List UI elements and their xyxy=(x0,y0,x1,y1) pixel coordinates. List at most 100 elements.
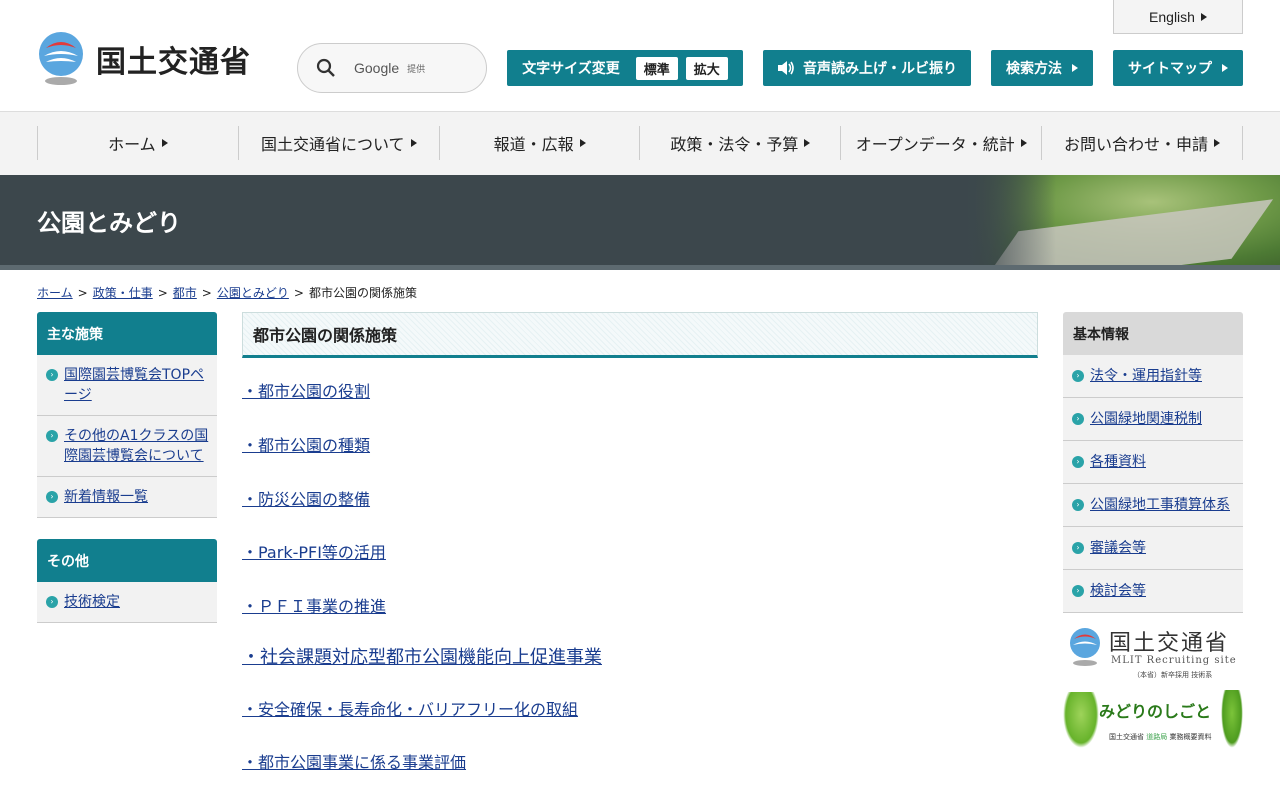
sidebar-heading: 基本情報 xyxy=(1063,312,1243,355)
search-icon[interactable] xyxy=(298,43,354,93)
sidebar-link[interactable]: 審議会等 xyxy=(1090,540,1146,556)
tree-icon xyxy=(1063,692,1099,748)
link-park-types[interactable]: ・都市公園の種類 xyxy=(242,432,370,456)
left-sidebar-others: その他 › 技術検定 xyxy=(37,539,217,623)
link-social-issues-project[interactable]: ・社会課題対応型都市公園機能向上促進事業 xyxy=(242,643,602,669)
search-method-label: 検索方法 xyxy=(1006,61,1062,77)
sidebar-link[interactable]: 技術検定 xyxy=(64,594,120,610)
breadcrumb-home[interactable]: ホーム xyxy=(37,286,73,300)
arrow-right-icon xyxy=(804,139,811,147)
chevron-circle-icon: › xyxy=(1072,370,1084,382)
chevron-circle-icon: › xyxy=(46,491,58,503)
chevron-circle-icon: › xyxy=(1072,585,1084,597)
sidebar-heading: その他 xyxy=(37,539,217,582)
nav-about[interactable]: 国土交通省について xyxy=(239,126,440,160)
read-aloud-label: 音声読み上げ・ルビ振り xyxy=(803,61,957,77)
sidebar-item-other-expo: › その他のA1クラスの国際園芸博覧会について xyxy=(37,416,217,477)
sitemap-button[interactable]: サイトマップ xyxy=(1113,50,1243,86)
sidebar-item-cost-system: › 公園緑地工事積算体系 xyxy=(1063,484,1243,527)
sidebar-heading: 主な施策 xyxy=(37,312,217,355)
read-aloud-button[interactable]: 音声読み上げ・ルビ振り xyxy=(763,50,971,86)
breadcrumb-city[interactable]: 都市 xyxy=(173,286,197,300)
breadcrumb-separator: > xyxy=(201,286,212,300)
sidebar-link[interactable]: 公園緑地工事積算体系 xyxy=(1090,497,1230,513)
text-size-large-button[interactable]: 拡大 xyxy=(685,56,728,80)
nav-label: お問い合わせ・申請 xyxy=(1064,135,1209,154)
chevron-circle-icon: › xyxy=(1072,413,1084,425)
nav-home[interactable]: ホーム xyxy=(38,126,239,160)
sidebar-link[interactable]: 検討会等 xyxy=(1090,583,1146,599)
midori-shigoto-banner[interactable]: みどりのしごと 国土交通省 道路局 業務概要資料 xyxy=(1063,690,1243,748)
nav-label: 国土交通省について xyxy=(260,135,405,154)
nav-label: 報道・広報 xyxy=(493,135,574,154)
mlit-small-logo-icon xyxy=(1070,628,1100,666)
english-button[interactable]: English xyxy=(1113,0,1243,34)
sidebar-item-councils: › 審議会等 xyxy=(1063,527,1243,570)
breadcrumb-separator: > xyxy=(293,286,304,300)
sidebar-item-materials: › 各種資料 xyxy=(1063,441,1243,484)
photo-fade xyxy=(960,175,1280,265)
right-sidebar-basic-info: 基本情報 › 法令・運用指針等 › 公園緑地関連税制 › 各種資料 › 公園緑地工事積算… xyxy=(1063,312,1243,613)
mlit-logo[interactable]: 国土交通省 xyxy=(36,32,251,86)
sidebar-link[interactable]: その他のA1クラスの国際園芸博覧会について xyxy=(64,428,208,464)
search-method-button[interactable]: 検索方法 xyxy=(991,50,1093,86)
chevron-circle-icon: › xyxy=(1072,499,1084,511)
sidebar-item-news: › 新着情報一覧 xyxy=(37,477,217,518)
recruit-site-banner[interactable]: 国土交通省 MLIT Recruiting site （本省）新卒採用 技術系 xyxy=(1063,625,1243,683)
link-park-pfi[interactable]: ・Park-PFI等の活用 xyxy=(242,539,386,563)
google-provided-label: 提供 xyxy=(407,64,426,75)
nav-label: 政策・法令・予算 xyxy=(670,135,799,154)
nav-contact[interactable]: お問い合わせ・申請 xyxy=(1042,126,1243,160)
page-title: 都市公園の関係施策 xyxy=(242,312,1038,358)
midori-subtitle: 国土交通省 道路局 業務概要資料 xyxy=(1109,732,1211,742)
site-search[interactable]: Google 提供 xyxy=(297,43,487,93)
link-park-role[interactable]: ・都市公園の役割 xyxy=(242,378,370,402)
breadcrumb-current: 都市公園の関係施策 xyxy=(308,286,417,300)
sidebar-item-committees: › 検討会等 xyxy=(1063,570,1243,613)
nav-label: ホーム xyxy=(108,135,156,154)
breadcrumb-separator: > xyxy=(157,286,168,300)
text-size-standard-button[interactable]: 標準 xyxy=(635,56,678,80)
nav-label: オープンデータ・統計 xyxy=(855,135,1015,154)
link-safety-longevity[interactable]: ・安全確保・長寿命化・バリアフリー化の取組 xyxy=(242,696,578,720)
text-size-label: 文字サイズ変更 xyxy=(522,61,620,77)
english-label: English xyxy=(1149,8,1195,25)
arrow-right-icon xyxy=(579,139,586,147)
nav-press[interactable]: 報道・広報 xyxy=(440,126,641,160)
sidebar-link[interactable]: 公園緑地関連税制 xyxy=(1090,411,1202,427)
breadcrumb-parks[interactable]: 公園とみどり xyxy=(217,286,289,300)
arrow-right-icon xyxy=(161,139,168,147)
sidebar-link[interactable]: 各種資料 xyxy=(1090,454,1146,470)
link-pfi-projects[interactable]: ・ＰＦＩ事業の推進 xyxy=(242,593,386,617)
chevron-circle-icon: › xyxy=(46,430,58,442)
chevron-circle-icon: › xyxy=(46,369,58,381)
left-sidebar-main-policies: 主な施策 › 国際園芸博覧会TOPページ › その他のA1クラスの国際園芸博覧会につ… xyxy=(37,312,217,518)
tree-icon xyxy=(1221,690,1243,748)
chevron-circle-icon: › xyxy=(1072,542,1084,554)
main-content: 都市公園の関係施策 ・都市公園の役割 ・都市公園の種類 ・防災公園の整備 ・Pa… xyxy=(242,312,1038,772)
recruit-note: （本省）新卒採用 技術系 xyxy=(1133,671,1213,679)
arrow-right-icon xyxy=(410,139,417,147)
section-title: 公園とみどり xyxy=(37,209,181,237)
midori-sub-highlight: 道路局 xyxy=(1146,733,1168,741)
google-label: Google xyxy=(354,60,400,76)
speaker-icon xyxy=(777,60,795,76)
recruit-subtitle: MLIT Recruiting site xyxy=(1111,655,1237,666)
arrow-right-icon xyxy=(1020,139,1027,147)
nav-policy[interactable]: 政策・法令・予算 xyxy=(640,126,842,160)
sidebar-link[interactable]: 法令・運用指針等 xyxy=(1090,368,1202,384)
sidebar-item-tech-exam: › 技術検定 xyxy=(37,582,217,623)
text-size-control: 文字サイズ変更 標準 拡大 xyxy=(507,50,743,86)
breadcrumb: ホーム > 政策・仕事 > 都市 > 公園とみどり > 都市公園の関係施策 xyxy=(37,284,417,301)
chevron-circle-icon: › xyxy=(46,596,58,608)
sidebar-link[interactable]: 国際園芸博覧会TOPページ xyxy=(64,367,204,403)
link-project-evaluation[interactable]: ・都市公園事業に係る事業評価 xyxy=(242,749,466,773)
arrow-right-icon xyxy=(1072,64,1078,72)
sidebar-link[interactable]: 新着情報一覧 xyxy=(64,489,148,505)
arrow-right-icon xyxy=(1200,12,1207,21)
breadcrumb-policy[interactable]: 政策・仕事 xyxy=(93,286,153,300)
chevron-circle-icon: › xyxy=(1072,456,1084,468)
link-disaster-parks[interactable]: ・防災公園の整備 xyxy=(242,486,370,510)
recruit-title: 国土交通省 xyxy=(1109,631,1230,656)
nav-open-data[interactable]: オープンデータ・統計 xyxy=(841,126,1043,160)
